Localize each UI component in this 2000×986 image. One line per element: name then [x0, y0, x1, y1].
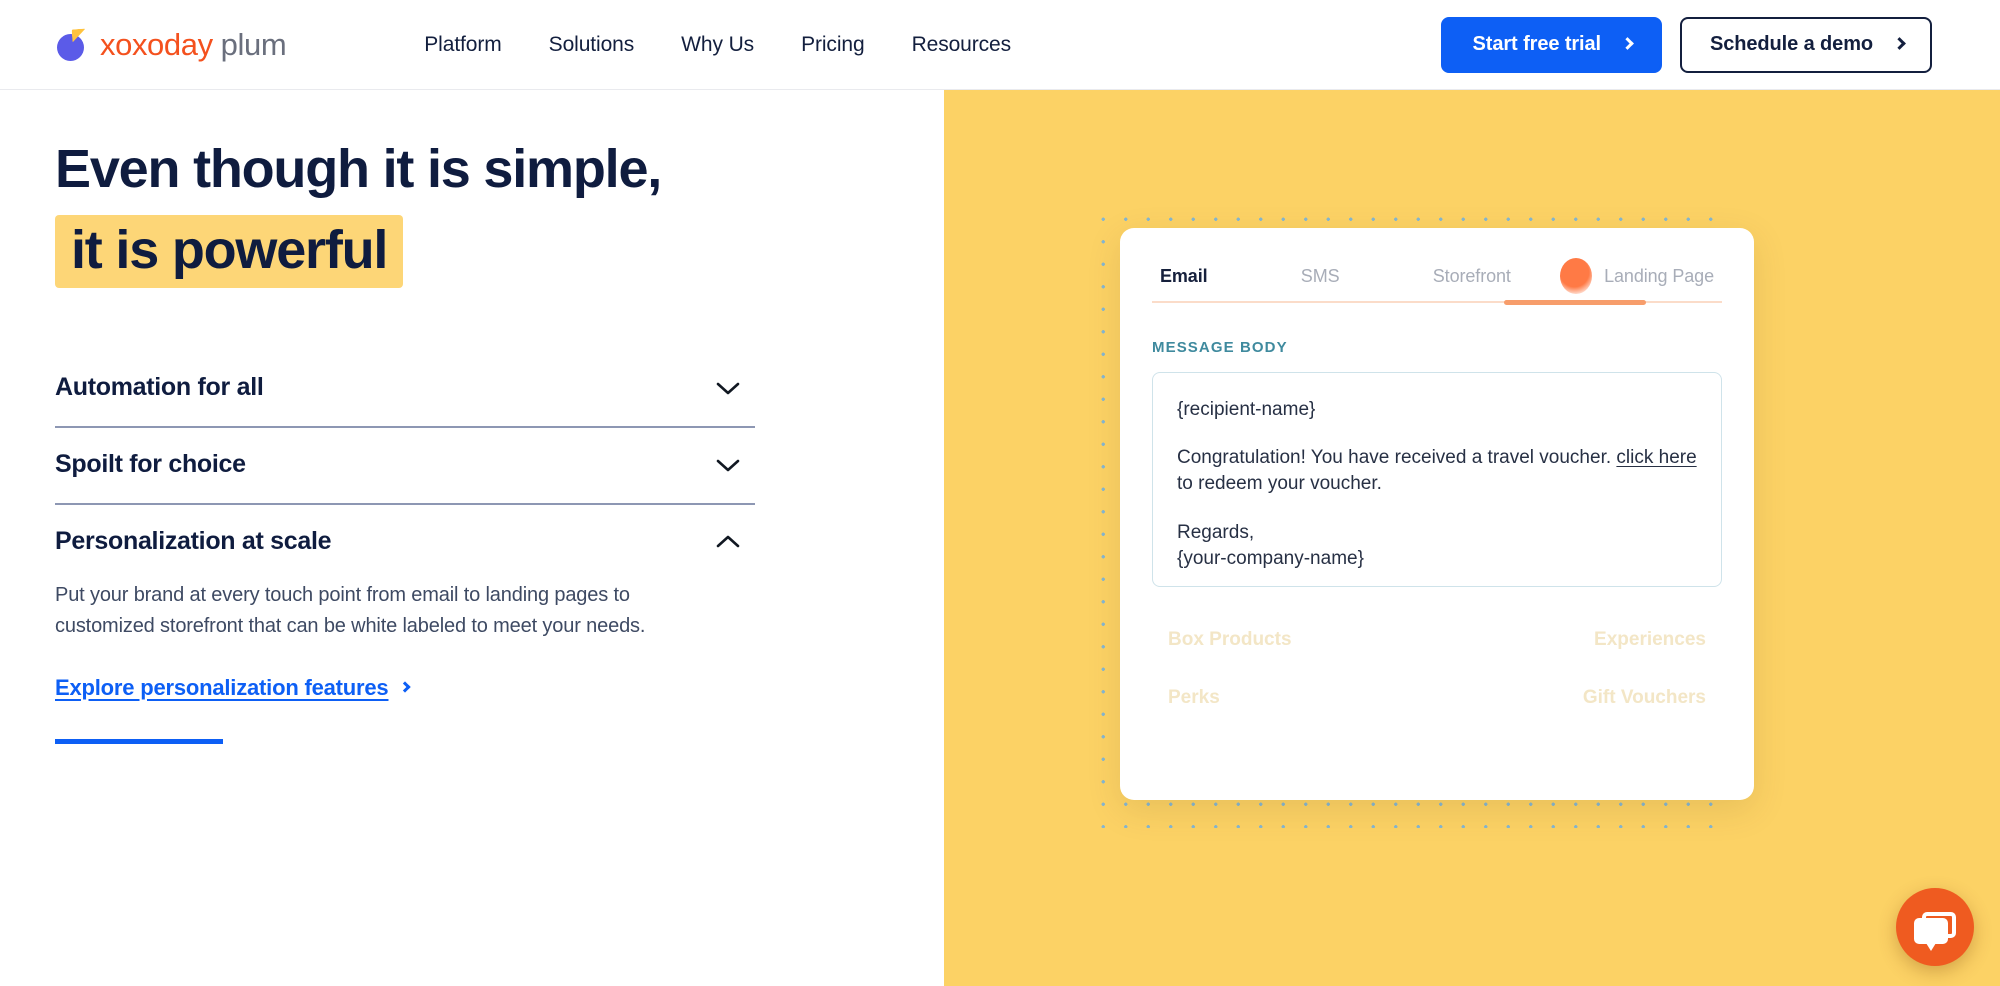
- main-navigation: Platform Solutions Why Us Pricing Resour…: [424, 33, 1011, 57]
- accordion-title-choice: Spoilt for choice: [55, 450, 246, 479]
- headline-line-2-highlighted: it is powerful: [55, 215, 404, 289]
- logo-triangle-shape: [71, 28, 87, 42]
- message-click-here-link[interactable]: click here: [1616, 447, 1696, 468]
- site-header: xoxoday plum Platform Solutions Why Us Pr…: [0, 0, 2000, 90]
- tabs-active-indicator: [1504, 300, 1646, 305]
- chevron-right-icon: [1893, 37, 1906, 50]
- tab-email[interactable]: Email: [1160, 266, 1208, 287]
- message-regards: Regards,: [1177, 521, 1255, 543]
- chevron-up-icon[interactable]: [715, 534, 741, 550]
- explore-personalization-link[interactable]: Explore personalization features: [55, 674, 412, 701]
- hero-left-pane: Even though it is simple, it is powerful…: [0, 90, 944, 986]
- nav-item-resources[interactable]: Resources: [912, 33, 1012, 57]
- cursor-pointer-icon: [1560, 258, 1592, 294]
- ghost-label-experiences: Experiences: [1594, 629, 1706, 650]
- explore-personalization-label: Explore personalization features: [55, 674, 389, 700]
- accordion-progress-fill: [55, 738, 223, 744]
- message-text-part-2: to redeem your voucher.: [1177, 473, 1382, 495]
- feature-accordion: Automation for all Spoilt for choice Per…: [55, 351, 755, 744]
- ghost-category-row-2: Perks Gift Vouchers: [1152, 687, 1722, 709]
- start-free-trial-button[interactable]: Start free trial: [1440, 16, 1662, 73]
- page-title: Even though it is simple, it is powerful: [55, 139, 944, 289]
- nav-item-solutions[interactable]: Solutions: [549, 33, 635, 57]
- accordion-title-automation: Automation for all: [55, 373, 264, 402]
- logo[interactable]: xoxoday plum: [55, 27, 287, 62]
- accordion-header-personalization[interactable]: Personalization at scale: [55, 505, 755, 580]
- chevron-right-icon: [1621, 37, 1634, 50]
- accordion-item-choice[interactable]: Spoilt for choice: [55, 428, 755, 506]
- accordion-body-text: Put your brand at every touch point from…: [55, 584, 646, 637]
- header-actions: Start free trial Schedule a demo: [1440, 16, 1932, 73]
- schedule-demo-button[interactable]: Schedule a demo: [1680, 16, 1932, 73]
- chevron-down-icon[interactable]: [715, 380, 741, 396]
- logo-brand-text: xoxoday: [100, 27, 213, 62]
- schedule-demo-label: Schedule a demo: [1710, 32, 1873, 55]
- message-company-token: {your-company-name}: [1177, 547, 1364, 569]
- logo-mark-icon: [55, 28, 89, 62]
- start-free-trial-label: Start free trial: [1472, 32, 1602, 55]
- nav-item-pricing[interactable]: Pricing: [801, 33, 865, 57]
- email-composer-card: Email SMS Storefront Landing Page MESSAG…: [1120, 228, 1754, 800]
- ghost-category-row-1: Box Products Experiences: [1152, 629, 1722, 651]
- nav-item-platform[interactable]: Platform: [424, 33, 501, 57]
- hero-section: Even though it is simple, it is powerful…: [0, 90, 2000, 986]
- headline-line-1: Even though it is simple,: [55, 139, 662, 199]
- accordion-header-choice[interactable]: Spoilt for choice: [55, 428, 755, 503]
- message-recipient-token: {recipient-name}: [1177, 399, 1316, 420]
- logo-product-text: plum: [220, 27, 287, 62]
- chat-widget-button[interactable]: [1896, 888, 1974, 966]
- chevron-right-icon: [399, 681, 412, 694]
- hero-illustration-pane: Email SMS Storefront Landing Page MESSAG…: [944, 90, 2000, 986]
- nav-item-why-us[interactable]: Why Us: [681, 33, 754, 57]
- message-body-input[interactable]: {recipient-name} Congratulation! You hav…: [1152, 372, 1722, 587]
- ghost-label-gift-vouchers: Gift Vouchers: [1582, 687, 1706, 708]
- message-body-label: MESSAGE BODY: [1152, 339, 1288, 356]
- tab-sms[interactable]: SMS: [1301, 266, 1340, 287]
- channel-tabs: Email SMS Storefront Landing Page: [1152, 258, 1722, 305]
- ghost-label-box-products: Box Products: [1168, 629, 1292, 650]
- accordion-title-personalization: Personalization at scale: [55, 527, 332, 556]
- chevron-down-icon[interactable]: [715, 457, 741, 473]
- logo-wordmark: xoxoday plum: [100, 27, 287, 62]
- accordion-item-personalization[interactable]: Personalization at scale Put your brand …: [55, 505, 755, 744]
- message-signoff: Regards, {your-company-name}: [1177, 520, 1697, 572]
- chat-bubble-icon: [1914, 918, 1948, 951]
- tab-landing-page[interactable]: Landing Page: [1604, 266, 1714, 287]
- accordion-item-automation[interactable]: Automation for all: [55, 351, 755, 429]
- accordion-body-personalization: Put your brand at every touch point from…: [55, 580, 755, 744]
- tab-storefront[interactable]: Storefront: [1433, 266, 1511, 287]
- ghost-label-perks: Perks: [1168, 687, 1220, 708]
- accordion-header-automation[interactable]: Automation for all: [55, 351, 755, 426]
- message-greeting-line: Congratulation! You have received a trav…: [1177, 445, 1697, 497]
- message-text-part-1: Congratulation! You have received a trav…: [1177, 447, 1617, 469]
- accordion-progress-bar: [55, 738, 755, 744]
